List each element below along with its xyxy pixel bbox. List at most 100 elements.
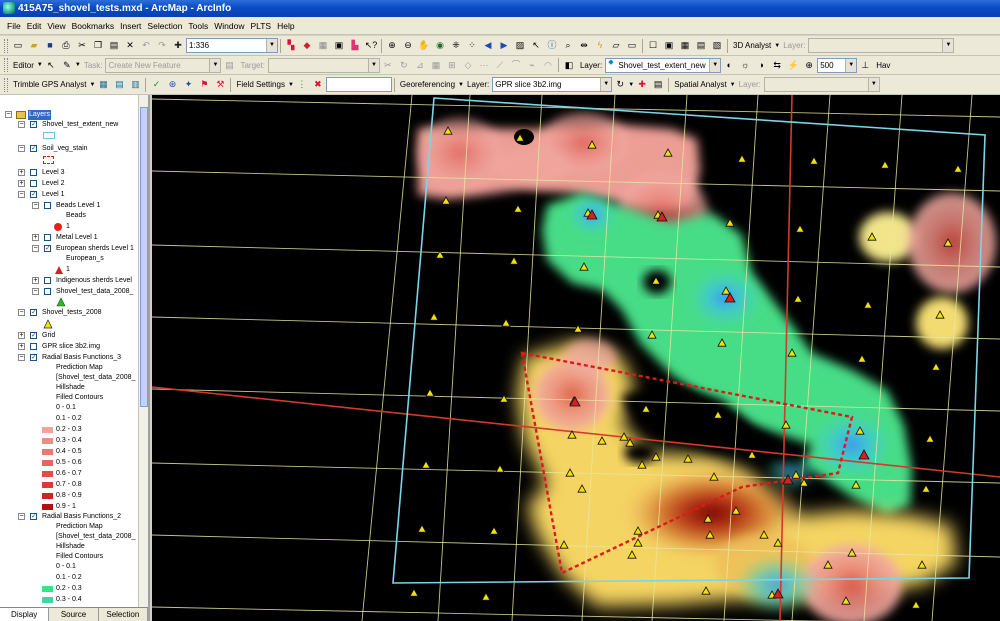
chevron-down-icon[interactable]: ▼ [288,82,294,88]
menu-bookmarks[interactable]: Bookmarks [69,21,118,31]
reshape-icon[interactable]: ⌒ [509,58,523,72]
properties-icon[interactable]: ▦ [429,58,443,72]
georef-layer-combo[interactable]: GPR slice 3b2.img ▼ [492,77,613,92]
expand-icon[interactable]: + [18,332,25,339]
toolbar-grip[interactable] [4,77,8,92]
toolbar-grip[interactable] [4,58,8,72]
trace-icon[interactable]: ⌁ [525,58,539,72]
expand-icon[interactable]: + [32,234,39,241]
layer-visibility-checkbox[interactable] [30,180,37,187]
menu-tools[interactable]: Tools [185,21,211,31]
tab-display[interactable]: Display [0,608,50,621]
menu-plts[interactable]: PLTS [247,21,274,31]
toc-layer-shovel-extent[interactable]: − ✓ Shovel_test_extent_new [0,120,138,130]
collapse-icon[interactable]: − [18,191,25,198]
gps-tool-c-icon[interactable]: ▥ [128,78,142,92]
pin-icon[interactable]: ⊥ [858,58,872,72]
chevron-down-icon[interactable]: ▼ [628,82,634,88]
collapse-icon[interactable]: − [5,111,12,118]
layer-visibility-checkbox[interactable] [30,343,37,350]
menu-help[interactable]: Help [274,21,297,31]
collapse-icon[interactable]: − [32,202,39,209]
expand-icon[interactable]: + [18,169,25,176]
command-line-icon[interactable]: ▣ [332,39,346,53]
menu-selection[interactable]: Selection [144,21,185,31]
add-control-points-icon[interactable]: ✚ [635,78,649,92]
zoom-in-icon[interactable]: ⊕ [385,39,399,53]
toc-root-row[interactable]: − Layers [0,110,138,120]
print-icon[interactable]: ⎙ [59,39,73,53]
edit-tool-icon[interactable]: ↖ [44,58,58,72]
gps-tool-b-icon[interactable]: ▤ [112,78,126,92]
arctoolbox-icon[interactable]: ◆ [300,39,314,53]
spatial-analyst-layer-combo[interactable]: ▼ [763,77,880,92]
open-folder-icon[interactable]: ▰ [27,39,41,53]
menu-edit[interactable]: Edit [24,21,45,31]
field-value-input[interactable] [325,77,392,92]
3d-analyst-menu[interactable]: 3D Analyst [730,41,774,50]
toc-scrollbar-thumb[interactable] [140,107,148,407]
contrast-icon[interactable]: ◐ [722,58,736,72]
toc-layer-soil-veg[interactable]: − ✓ Soil_veg_stain [0,144,138,154]
select-features-icon[interactable]: ▨ [513,39,527,53]
transparency-icon[interactable]: ◑ [754,58,768,72]
chevron-down-icon[interactable]: ▼ [845,58,857,72]
toc-layer-shovel-tests[interactable]: − ✓ Shovel_tests_2008 [0,308,138,318]
help-pointer-icon[interactable]: ↖? [364,39,378,53]
collapse-icon[interactable]: − [32,245,39,252]
collapse-icon[interactable]: − [18,354,25,361]
editor-menu[interactable]: Editor [10,61,37,70]
toolbar-tool-d-icon[interactable]: ▤ [694,39,708,53]
hyperlink-icon[interactable]: ϟ [593,39,607,53]
catalog-icon[interactable]: ▦ [316,39,330,53]
draw-layer-icon[interactable]: ◧ [562,58,576,72]
collapse-icon[interactable]: − [18,309,25,316]
layer-visibility-checkbox[interactable] [44,234,51,241]
toc-layer-level1[interactable]: − ✓ Level 1 [0,190,138,200]
editor-toolbar-icon[interactable]: ▚ [284,39,298,53]
zoom-out-icon[interactable]: ⊖ [401,39,415,53]
chevron-down-icon[interactable]: ▼ [942,39,954,52]
back-extent-icon[interactable]: ◀ [481,39,495,53]
layer-visibility-checkbox[interactable]: ✓ [30,145,37,152]
arc-icon[interactable]: ◠ [541,58,555,72]
layer-visibility-checkbox[interactable] [44,277,51,284]
toc-layer-beads-level1[interactable]: − Beads Level 1 [0,201,138,211]
layer-visibility-checkbox[interactable]: ✓ [44,245,51,252]
task-combo[interactable]: Create New Feature ▼ [105,57,222,73]
layer-visibility-checkbox[interactable]: ✓ [30,191,37,198]
collapse-icon[interactable]: − [18,145,25,152]
gps-flag-icon[interactable]: ⚑ [197,78,211,92]
topology-icon[interactable]: ◇ [461,58,475,72]
toc-layer-european-sherds[interactable]: − ✓ European sherds Level 1 [0,244,138,254]
toolbar-tool-c-icon[interactable]: ▦ [678,39,692,53]
fixed-zoom-out-icon[interactable]: ⁘ [465,39,479,53]
tab-selection[interactable]: Selection [99,608,148,621]
expand-icon[interactable]: + [18,343,25,350]
toc-layer-gpr[interactable]: + GPR slice 3b2.img [0,342,138,352]
toc-layer-level3[interactable]: + Level 3 [0,168,138,178]
fixed-zoom-in-icon[interactable]: ⁜ [449,39,463,53]
html-popup-icon[interactable]: ▱ [609,39,623,53]
vertex-icon[interactable]: ⟋ [493,58,507,72]
flicker-icon[interactable]: ⚡ [786,58,800,72]
gps-satellite-icon[interactable]: ⊛ [165,78,179,92]
toc-scrollbar[interactable] [138,95,148,607]
expand-icon[interactable]: + [18,180,25,187]
expand-icon[interactable]: + [32,277,39,284]
edge-icon[interactable]: ⋯ [477,58,491,72]
chevron-down-icon[interactable]: ▼ [600,78,612,91]
layer-visibility-checkbox[interactable]: ✓ [30,121,37,128]
chevron-down-icon[interactable]: ▼ [367,58,379,72]
toolbar-grip[interactable] [4,38,8,53]
gps-tool-a-icon[interactable]: ▦ [96,78,110,92]
menu-window[interactable]: Window [211,21,247,31]
menu-view[interactable]: View [44,21,68,31]
swipe-icon[interactable]: ⇆ [770,58,784,72]
3d-analyst-layer-combo[interactable]: ▼ [808,38,955,53]
new-document-icon[interactable]: ▭ [11,39,25,53]
measure-icon[interactable]: ⇹ [577,39,591,53]
collapse-icon[interactable]: − [32,288,39,295]
trimble-gps-analyst-menu[interactable]: Trimble GPS Analyst [10,80,90,89]
snapping-icon[interactable]: ⊞ [445,58,459,72]
